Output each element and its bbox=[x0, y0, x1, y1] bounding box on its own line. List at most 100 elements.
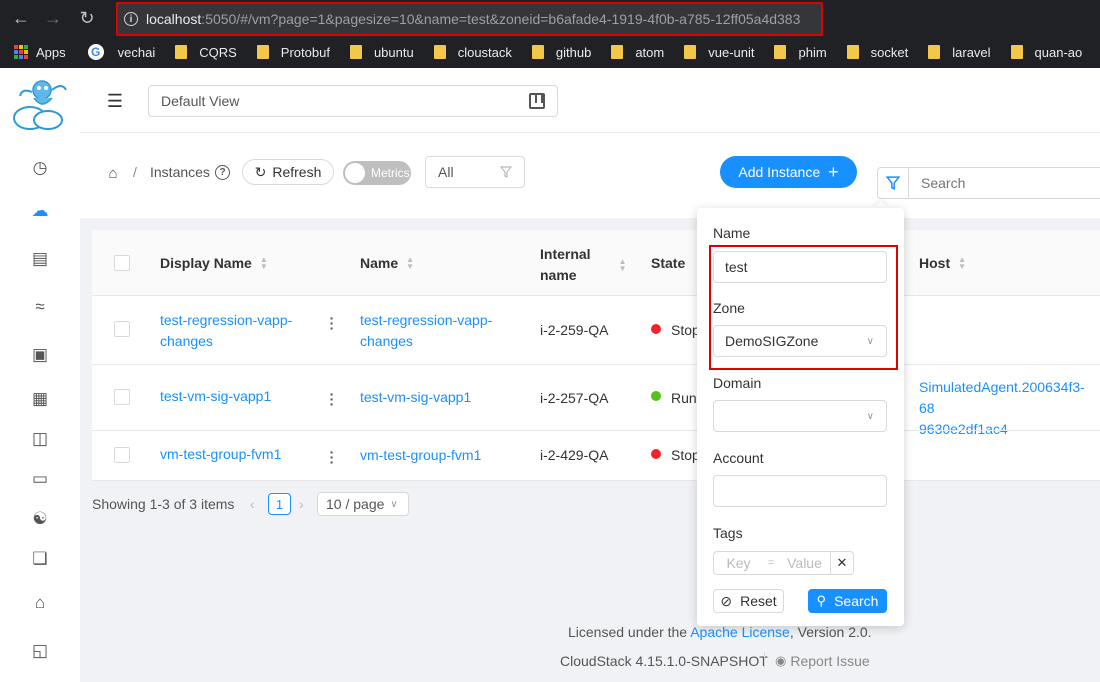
address-bar[interactable]: i localhost :5050/#/vm?page=1&pagesize=1… bbox=[116, 2, 823, 36]
bookmark-phim[interactable]: phim bbox=[774, 45, 827, 60]
page-button-1[interactable]: 1 bbox=[268, 493, 291, 515]
filter-toggle-button[interactable] bbox=[877, 167, 909, 199]
license-suffix: , Version 2.0. bbox=[789, 624, 872, 640]
report-issue-link[interactable]: ◉ Report Issue bbox=[775, 653, 870, 669]
row-display-name[interactable]: test-vm-sig-vapp1 bbox=[160, 386, 271, 407]
url-path: :5050/#/vm?page=1&pagesize=10&name=test&… bbox=[201, 11, 801, 27]
menu-toggle-icon[interactable]: ☰ bbox=[104, 90, 126, 112]
annotation-highlight-box bbox=[709, 245, 898, 370]
bookmark-laravel[interactable]: laravel bbox=[928, 44, 991, 60]
bookmark-github[interactable]: github bbox=[531, 45, 591, 60]
bookmark-cloustack[interactable]: cloustack bbox=[433, 45, 512, 60]
funnel-icon bbox=[886, 176, 900, 190]
more-actions-icon[interactable]: · · · bbox=[329, 445, 335, 469]
idcard-icon[interactable]: ▭ bbox=[28, 467, 52, 491]
row-checkbox[interactable] bbox=[114, 389, 130, 405]
picture-icon[interactable]: ▣ bbox=[28, 343, 52, 367]
bookmark-label: Protobuf bbox=[280, 44, 330, 60]
back-arrow-icon[interactable]: ← bbox=[8, 5, 34, 31]
metrics-toggle[interactable]: Metrics bbox=[343, 161, 411, 185]
apps-grid-icon bbox=[14, 45, 28, 59]
cloud-icon[interactable]: ☁ bbox=[28, 199, 52, 223]
info-icon[interactable]: i bbox=[124, 12, 138, 26]
project-icon[interactable]: ◫ bbox=[28, 427, 52, 451]
add-instance-button[interactable]: Add Instance + bbox=[720, 156, 857, 188]
row-divider bbox=[92, 430, 1100, 431]
home-icon[interactable]: ⌂ bbox=[104, 164, 122, 182]
bookmark-ubuntu[interactable]: ubuntu bbox=[349, 45, 414, 60]
cloudstack-logo[interactable] bbox=[8, 76, 72, 132]
row-display-name[interactable]: vm-test-group-fvm1 bbox=[160, 444, 281, 465]
footer-license: Licensed under the Apache License, Versi… bbox=[568, 624, 872, 640]
next-page-icon[interactable]: › bbox=[299, 496, 304, 512]
reload-icon[interactable]: ↻ bbox=[74, 5, 100, 31]
column-label: Name bbox=[360, 255, 399, 271]
row-name[interactable]: test-regression-vapp- changes bbox=[360, 310, 492, 352]
wifi-icon[interactable]: ≈ bbox=[28, 295, 52, 319]
bookmark-socket[interactable]: socket bbox=[846, 45, 908, 60]
tag-key-input[interactable]: Key bbox=[713, 551, 763, 575]
more-actions-icon[interactable]: · · · bbox=[329, 311, 335, 335]
view-select[interactable]: Default View bbox=[148, 85, 558, 117]
google-icon: G bbox=[87, 44, 104, 60]
funnel-icon bbox=[500, 166, 512, 178]
report-issue-label: Report Issue bbox=[790, 653, 870, 669]
sort-icon: ▲ ▼ bbox=[406, 255, 415, 271]
bookmark-label: quan-ao bbox=[1034, 44, 1083, 60]
bookmark-atom[interactable]: atom bbox=[611, 45, 664, 60]
calendar-icon[interactable]: ▦ bbox=[28, 387, 52, 411]
storage-icon[interactable]: ▤ bbox=[28, 247, 52, 271]
apache-license-link[interactable]: Apache License bbox=[690, 624, 790, 640]
folder-icon bbox=[1010, 45, 1023, 59]
prev-page-icon[interactable]: ‹ bbox=[250, 496, 255, 512]
search-button[interactable]: ⚲ Search bbox=[808, 589, 887, 613]
search-label: Search bbox=[834, 593, 879, 609]
bookmark-vechai[interactable]: G vechai bbox=[87, 44, 155, 60]
reset-button[interactable]: ⊘ Reset bbox=[713, 589, 784, 613]
shopping-icon[interactable]: ◱ bbox=[28, 639, 52, 663]
tag-filter-group: Key = Value ✕ bbox=[713, 551, 854, 575]
question-circle-icon[interactable]: ? bbox=[215, 165, 230, 180]
view-select-value: Default View bbox=[161, 93, 240, 109]
search-input[interactable] bbox=[908, 167, 1100, 199]
users-icon[interactable]: ☯ bbox=[28, 507, 52, 531]
row-checkbox[interactable] bbox=[114, 321, 130, 337]
cell-line: changes bbox=[160, 333, 213, 349]
block-icon[interactable]: ❏ bbox=[28, 547, 52, 571]
page-size-select[interactable]: 10 / page ∨ bbox=[317, 492, 409, 516]
forward-arrow-icon[interactable]: → bbox=[40, 5, 66, 31]
domain-filter-select[interactable]: ∨ bbox=[713, 400, 887, 432]
bookmark-quan-ao[interactable]: quan-ao bbox=[1010, 44, 1083, 60]
row-checkbox[interactable] bbox=[114, 447, 130, 463]
column-header-host[interactable]: Host ▲ ▼ bbox=[919, 255, 966, 271]
column-header-display-name[interactable]: Display Name ▲ ▼ bbox=[160, 255, 268, 271]
url-host: localhost bbox=[146, 11, 202, 27]
refresh-button[interactable]: ↻ Refresh bbox=[242, 159, 334, 185]
status-dot bbox=[651, 324, 661, 334]
row-state: Stop bbox=[671, 322, 700, 338]
browser-toolbar: ← → ↻ i localhost :5050/#/vm?page=1&page… bbox=[0, 0, 1100, 36]
bookmark-apps[interactable]: Apps bbox=[14, 45, 66, 60]
more-actions-icon[interactable]: · · · bbox=[329, 387, 335, 411]
folder-icon bbox=[774, 45, 787, 59]
column-header-state[interactable]: State bbox=[651, 255, 685, 271]
bookmarks-bar: Apps G vechai CQRS Protobuf ubuntu clous… bbox=[0, 36, 1100, 68]
tag-value-input[interactable]: Value bbox=[779, 551, 831, 575]
row-name[interactable]: vm-test-group-fvm1 bbox=[360, 445, 481, 466]
chevron-down-icon: ∨ bbox=[866, 411, 874, 422]
row-name[interactable]: test-vm-sig-vapp1 bbox=[360, 387, 471, 408]
bookmark-protobuf[interactable]: Protobuf bbox=[256, 44, 330, 60]
footer-divider bbox=[764, 652, 765, 668]
bank-icon[interactable]: ⌂ bbox=[28, 591, 52, 615]
column-header-internal-name[interactable]: Internal name ▲ ▼ bbox=[540, 244, 627, 286]
row-display-name[interactable]: test-regression-vapp- changes bbox=[160, 310, 292, 352]
bookmark-cqrs[interactable]: CQRS bbox=[175, 45, 237, 60]
bookmark-vue-unit[interactable]: vue-unit bbox=[684, 45, 754, 60]
filter-select[interactable]: All bbox=[425, 156, 525, 188]
dashboard-icon[interactable]: ◷ bbox=[28, 156, 52, 180]
select-all-checkbox[interactable] bbox=[114, 255, 130, 271]
close-icon[interactable]: ✕ bbox=[831, 551, 854, 575]
account-filter-input[interactable] bbox=[713, 475, 887, 507]
bookmark-label: laravel bbox=[952, 44, 991, 60]
column-header-name[interactable]: Name ▲ ▼ bbox=[360, 255, 414, 271]
